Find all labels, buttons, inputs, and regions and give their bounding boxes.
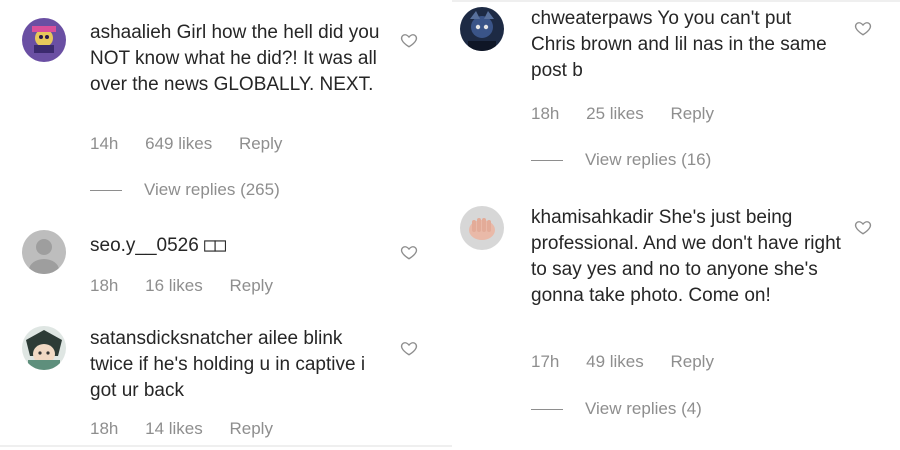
avatar[interactable] xyxy=(22,326,66,370)
username[interactable]: khamisahkadir xyxy=(531,207,654,228)
view-replies-button[interactable]: View replies (16) xyxy=(531,150,711,170)
timestamp: 14h xyxy=(90,134,119,153)
view-replies-label: View replies (16) xyxy=(585,150,712,169)
comment-meta: 14h 649 likes Reply xyxy=(90,134,304,154)
reply-button[interactable]: Reply xyxy=(670,104,713,123)
reply-button[interactable]: Reply xyxy=(229,276,272,295)
anime-character-avatar-icon xyxy=(22,326,66,370)
divider-line xyxy=(531,160,563,162)
comment-meta: 18h 16 likes Reply xyxy=(90,276,295,296)
reply-button[interactable]: Reply xyxy=(670,352,713,371)
divider-line xyxy=(90,190,122,192)
likes-count[interactable]: 25 likes xyxy=(586,104,644,123)
username[interactable]: ashaalieh xyxy=(90,22,171,43)
avatar[interactable] xyxy=(460,206,504,250)
likes-count[interactable]: 649 likes xyxy=(145,134,212,153)
comment-text: □□ xyxy=(204,234,226,256)
hand-photo-avatar-icon xyxy=(460,206,504,250)
heart-icon[interactable] xyxy=(854,19,872,37)
likes-count[interactable]: 49 likes xyxy=(586,352,644,371)
username[interactable]: seo.y__0526 xyxy=(90,235,199,256)
heart-icon[interactable] xyxy=(400,243,418,261)
avatar[interactable] xyxy=(22,18,66,62)
likes-count[interactable]: 14 likes xyxy=(145,419,203,438)
view-replies-label: View replies (4) xyxy=(585,399,702,418)
comment-meta: 17h 49 likes Reply xyxy=(531,352,736,372)
reply-button[interactable]: Reply xyxy=(229,419,272,438)
view-replies-button[interactable]: View replies (265) xyxy=(90,180,280,200)
left-comments-panel: ashaalieh Girl how the hell did you NOT … xyxy=(0,0,452,450)
timestamp: 18h xyxy=(90,276,119,295)
reply-button[interactable]: Reply xyxy=(239,134,282,153)
avatar[interactable] xyxy=(460,7,504,51)
heart-icon[interactable] xyxy=(400,339,418,357)
avatar[interactable] xyxy=(22,230,66,274)
likes-count[interactable]: 16 likes xyxy=(145,276,203,295)
comment-meta: 18h 25 likes Reply xyxy=(531,104,736,124)
username[interactable]: satansdicksnatcher xyxy=(90,328,253,349)
view-replies-button[interactable]: View replies (4) xyxy=(531,399,702,419)
comment-meta: 18h 14 likes Reply xyxy=(90,419,295,439)
purple-character-avatar-icon xyxy=(22,18,66,62)
view-replies-label: View replies (265) xyxy=(144,180,280,199)
timestamp: 18h xyxy=(531,104,560,123)
timestamp: 17h xyxy=(531,352,560,371)
dark-blue-character-avatar-icon xyxy=(460,7,504,51)
heart-icon[interactable] xyxy=(854,218,872,236)
timestamp: 18h xyxy=(90,419,119,438)
divider-line xyxy=(531,409,563,411)
default-gray-avatar-icon xyxy=(22,230,66,274)
right-comments-panel: chweaterpaws Yo you can't put Chris brow… xyxy=(452,0,900,450)
username[interactable]: chweaterpaws xyxy=(531,8,652,29)
heart-icon[interactable] xyxy=(400,31,418,49)
